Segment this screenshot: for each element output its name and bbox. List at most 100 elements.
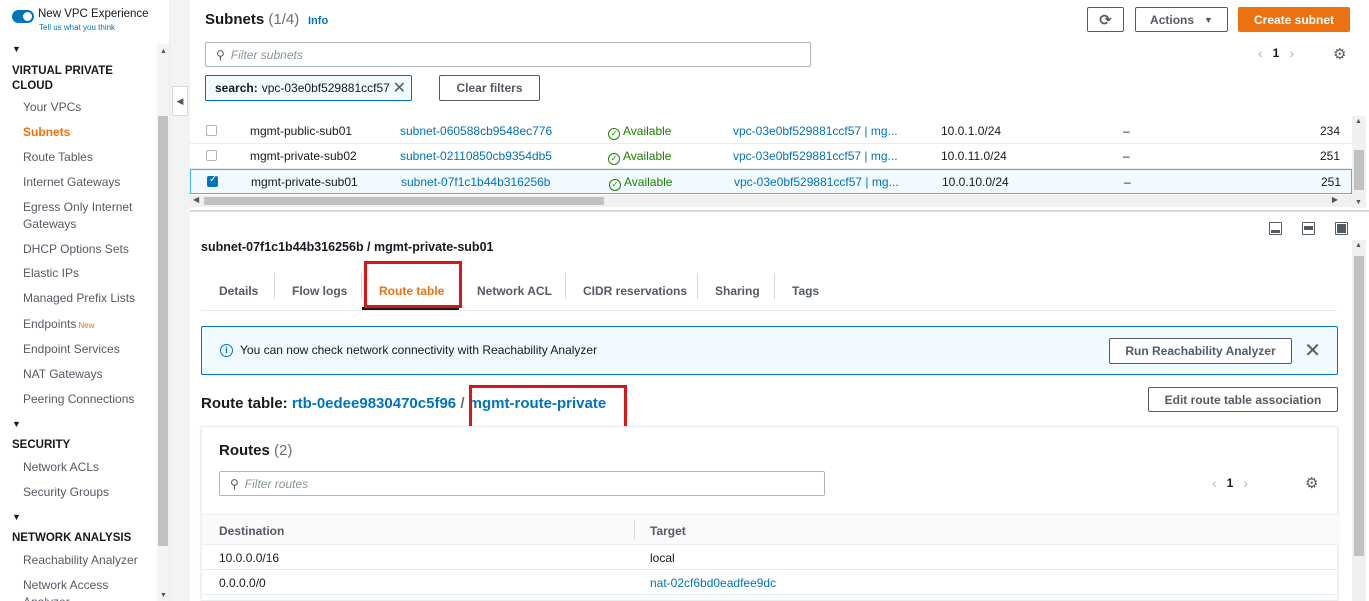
sidebar-item-elastic-ips[interactable]: Elastic IPs [23,265,155,282]
gear-icon[interactable]: ⚙ [1333,45,1346,63]
vpc-link[interactable]: vpc-03e0bf529881ccf57 | mg... [733,149,898,163]
subnet-id-link[interactable]: subnet-07f1c1b44b316256b [401,175,550,189]
sidebar-item-security-groups[interactable]: Security Groups [23,484,155,501]
info-link[interactable]: Info [308,15,328,27]
scroll-down-icon[interactable]: ▼ [160,592,167,599]
row-checkbox[interactable] [206,125,217,136]
sidebar-item-subnets[interactable]: Subnets [23,124,155,141]
collapse-caret-icon[interactable]: ▼ [12,512,21,522]
page-number[interactable]: 1 [1273,46,1280,60]
sidebar-item-endpoints[interactable]: Endpoints New [23,316,155,334]
sidebar-scrollbar[interactable]: ▲ ▼ [157,44,169,601]
ipv4-cidr: 10.0.1.0/24 [941,124,1002,138]
scrollbar-thumb[interactable] [158,116,168,546]
scroll-right-icon[interactable]: ▶ [1332,195,1338,204]
column-separator[interactable] [634,521,635,540]
create-subnet-button[interactable]: Create subnet [1238,7,1350,32]
sidebar-item-endpoint-services[interactable]: Endpoint Services [23,341,155,358]
row-checkbox[interactable] [207,174,218,187]
close-icon[interactable]: ✕ [1304,338,1321,363]
new-vpc-experience-toggle[interactable]: New VPC Experience Tell us what you thin… [12,8,149,34]
close-icon[interactable]: ✕ [393,78,406,98]
new-badge: New [78,321,95,330]
details-vertical-scrollbar[interactable]: ▲ [1352,240,1366,601]
subnet-id-link[interactable]: subnet-02110850cb9354db5 [400,149,552,163]
vpc-link[interactable]: vpc-03e0bf529881ccf57 | mg... [734,175,899,189]
scroll-up-icon[interactable]: ▲ [160,48,167,55]
panel-full-icon[interactable] [1335,222,1348,235]
feedback-link[interactable]: Tell us what you think [39,21,149,34]
sidebar-item-network-access-analyzer[interactable]: Network Access Analyzer [23,577,155,601]
actions-dropdown[interactable]: Actions ▼ [1135,7,1228,32]
refresh-button[interactable]: ⟳ [1087,7,1124,32]
section-security[interactable]: SECURITY [12,438,132,453]
table-vertical-scrollbar[interactable]: ▲ ▼ [1352,116,1366,208]
col-destination[interactable]: Destination [219,524,284,538]
sidebar-item-prefix-lists[interactable]: Managed Prefix Lists [23,290,155,307]
row-checkbox[interactable] [206,150,217,161]
ipv6-cidr: – [1124,175,1131,189]
section-virtual-private-cloud[interactable]: VIRTUAL PRIVATE CLOUD [12,64,132,94]
filter-subnets-input[interactable]: ⚲ Filter subnets [205,42,811,67]
filter-routes-input[interactable]: ⚲ Filter routes [219,471,825,496]
chevron-right-icon[interactable]: › [1289,45,1294,61]
route-table-id-link[interactable]: rtb-0edee9830470c5f96 [292,395,456,412]
state-text: Available [623,149,672,163]
scroll-down-icon[interactable]: ▼ [1355,199,1362,206]
route-target: local [650,551,675,565]
tab-flow-logs[interactable]: Flow logs [292,284,347,298]
check-circle-icon: ✓ [608,128,620,140]
panel-split-icon[interactable] [1302,222,1315,235]
table-row[interactable]: mgmt-private-sub02 subnet-02110850cb9354… [190,144,1352,169]
vpc-link[interactable]: vpc-03e0bf529881ccf57 | mg... [733,124,898,138]
tab-tags[interactable]: Tags [792,284,819,298]
chevron-left-icon[interactable]: ‹ [1258,45,1263,61]
collapse-caret-icon[interactable]: ▼ [12,44,21,54]
subnet-id-link[interactable]: subnet-060588cb9548ec776 [400,124,552,138]
chevron-left-icon[interactable]: ‹ [1212,475,1217,491]
sidebar-item-network-acls[interactable]: Network ACLs [23,459,155,476]
sidebar: New VPC Experience Tell us what you thin… [0,0,170,601]
gear-icon[interactable]: ⚙ [1305,474,1318,492]
panel-bottom-icon[interactable] [1269,222,1282,235]
section-network-analysis[interactable]: NETWORK ANALYSIS [12,531,132,546]
page-number[interactable]: 1 [1227,476,1234,490]
sidebar-item-nat-gateways[interactable]: NAT Gateways [23,366,155,383]
sidebar-item-your-vpcs[interactable]: Your VPCs [23,99,155,116]
clear-filters-button[interactable]: Clear filters [439,75,540,101]
tab-cidr-reservations[interactable]: CIDR reservations [583,284,687,298]
scrollbar-thumb[interactable] [1354,256,1364,556]
collapse-sidebar-button[interactable]: ◀ [172,86,188,116]
sidebar-item-peering[interactable]: Peering Connections [23,391,155,408]
sidebar-item-reachability-analyzer[interactable]: Reachability Analyzer [23,552,155,569]
subnet-details-panel: subnet-07f1c1b44b316256b / mgmt-private-… [190,212,1369,601]
scroll-up-icon[interactable]: ▲ [1355,118,1362,125]
scrollbar-thumb[interactable] [204,197,604,205]
chevron-right-icon[interactable]: › [1243,475,1248,491]
tab-sharing[interactable]: Sharing [715,284,760,298]
tab-separator [774,273,775,299]
table-horizontal-scrollbar[interactable]: ◀ ▶ [190,195,1352,207]
sidebar-item-internet-gateways[interactable]: Internet Gateways [23,174,155,191]
col-target[interactable]: Target [650,524,686,538]
tab-details[interactable]: Details [219,284,258,298]
ipv6-cidr: – [1123,124,1130,138]
scroll-left-icon[interactable]: ◀ [193,195,199,204]
edit-route-table-association-button[interactable]: Edit route table association [1148,387,1338,412]
sidebar-item-dhcp-options[interactable]: DHCP Options Sets [23,241,155,258]
table-row[interactable]: mgmt-private-sub01 subnet-07f1c1b44b3162… [190,169,1352,194]
sidebar-item-egress-only-gateways[interactable]: Egress Only Internet Gateways [23,199,155,233]
state-cell: ✓ Available [609,175,672,191]
scroll-up-icon[interactable]: ▲ [1355,242,1362,249]
subnets-pagination: ‹ 1 › [1248,45,1304,61]
tab-network-acl[interactable]: Network ACL [477,284,552,298]
table-row[interactable]: mgmt-public-sub01 subnet-060588cb9548ec7… [190,119,1352,144]
collapse-caret-icon[interactable]: ▼ [12,419,21,429]
route-destination: 0.0.0.0/0 [219,576,266,590]
sidebar-item-route-tables[interactable]: Route Tables [23,149,155,166]
toggle-switch-icon[interactable] [12,10,34,23]
token-value: vpc-03e0bf529881ccf57 [261,81,390,95]
run-reachability-analyzer-button[interactable]: Run Reachability Analyzer [1109,338,1292,364]
scrollbar-thumb[interactable] [1354,150,1364,190]
route-target-link[interactable]: nat-02cf6bd0eadfee9dc [650,576,776,590]
